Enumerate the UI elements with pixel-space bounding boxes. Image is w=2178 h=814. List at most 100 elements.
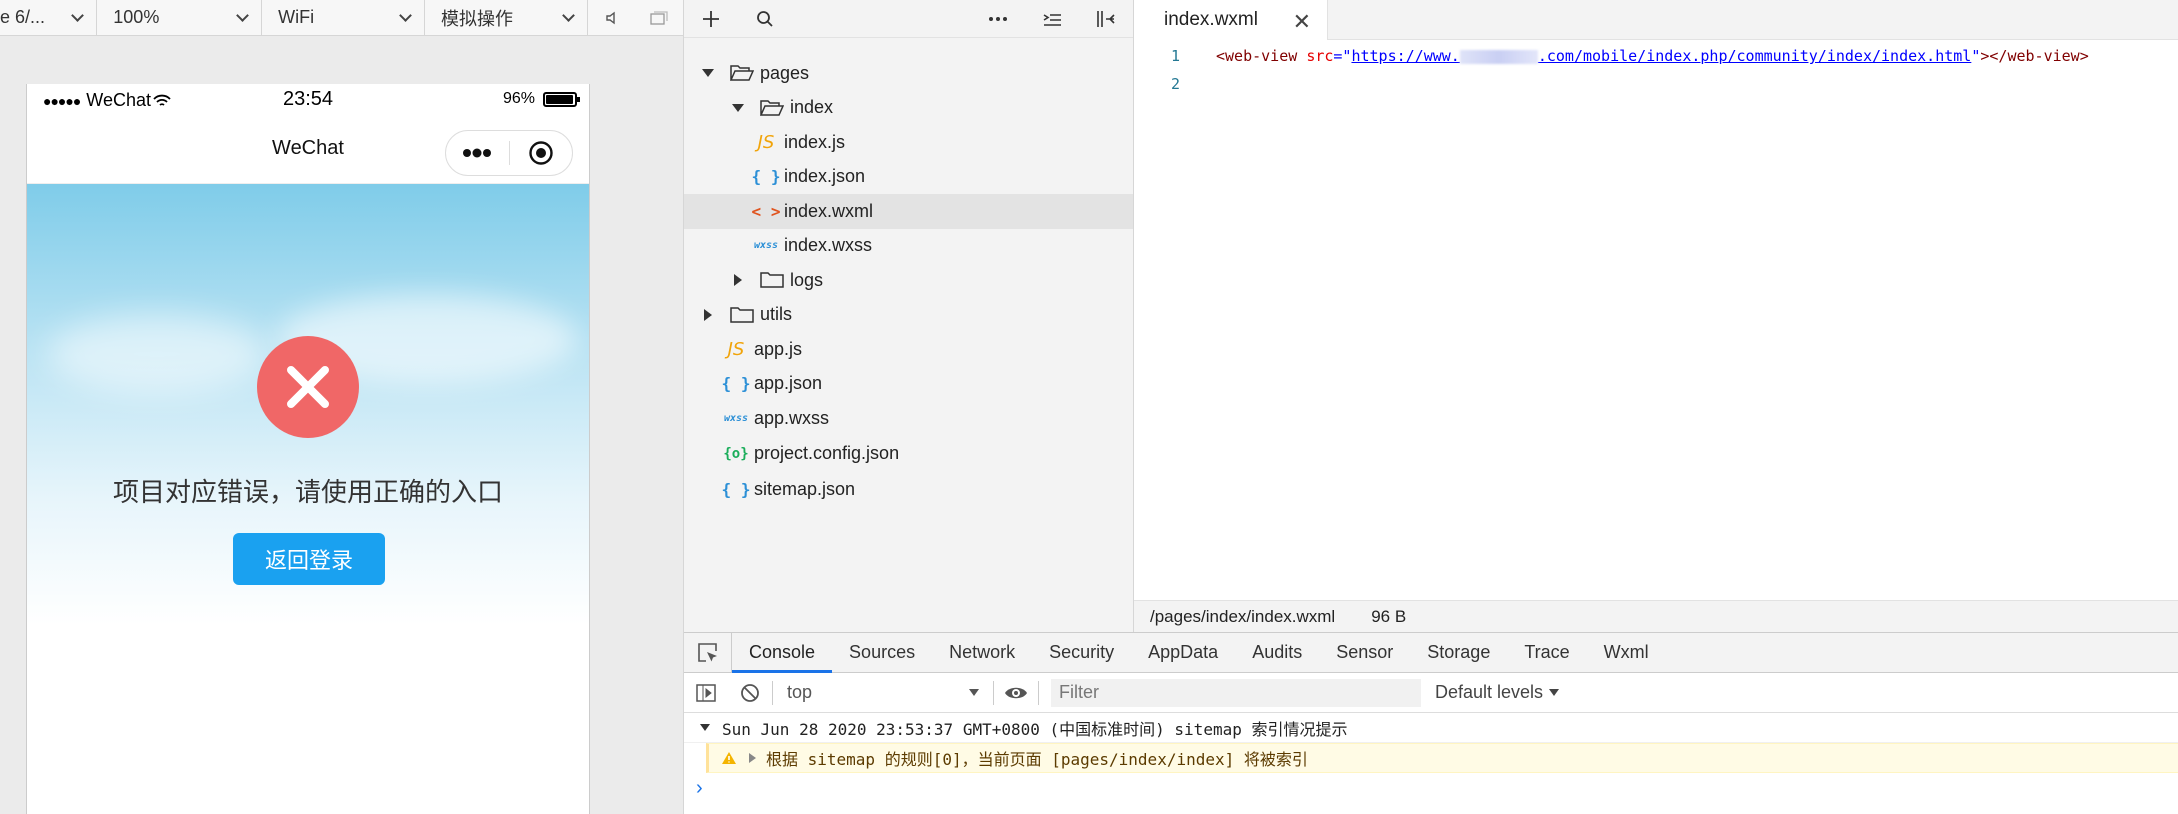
tree-item-file[interactable]: {o} project.config.json <box>684 436 1133 472</box>
live-expression-button[interactable] <box>994 673 1038 713</box>
block-icon <box>741 683 759 702</box>
expand-toggle[interactable] <box>700 308 716 321</box>
tree-item-label: index.json <box>784 166 866 187</box>
phone-status-bar: ●●●●● WeChat 23:54 96% <box>27 84 589 120</box>
caret-right-icon <box>734 274 742 287</box>
split-panel-button[interactable] <box>1079 0 1133 38</box>
tree-item-file[interactable]: wxss app.wxss <box>684 401 1133 436</box>
tab-trace[interactable]: Trace <box>1507 633 1586 673</box>
devtools-tabs: Console Sources Network Security AppData… <box>684 632 2178 673</box>
json-file-icon: { } <box>721 374 751 394</box>
tree-item-label: app.wxss <box>754 407 830 428</box>
more-actions-button[interactable] <box>971 0 1025 38</box>
tree-item-folder[interactable]: utils <box>684 298 1133 333</box>
console-warning[interactable]: 根据 sitemap 的规则[0]，当前页面 [pages/index/inde… <box>706 743 2178 773</box>
token-punct: =" <box>1333 47 1352 65</box>
network-select[interactable]: WiFi <box>262 0 425 36</box>
tab-audits[interactable]: Audits <box>1235 633 1319 673</box>
caret-right-icon <box>704 308 712 321</box>
explorer-toolbar <box>684 0 1133 38</box>
log-levels-select[interactable]: Default levels <box>1435 682 1560 703</box>
warning-text: 根据 sitemap 的规则[0]，当前页面 [pages/index/inde… <box>766 750 1308 769</box>
search-icon <box>757 10 773 27</box>
code-editor: index.wxml ✕ 1 <web-view src="https://ww… <box>1134 0 2178 632</box>
editor-status-bar: /pages/index/index.wxml 96 B <box>1134 600 2178 632</box>
editor-tabs: index.wxml ✕ <box>1134 0 2178 40</box>
battery-fill <box>546 94 573 104</box>
folder-icon <box>728 306 756 324</box>
tree-item-file-selected[interactable]: < > index.wxml <box>684 194 1133 229</box>
console-prompt[interactable]: › <box>684 773 2178 803</box>
warning-icon <box>722 752 736 764</box>
show-sidebar-button[interactable] <box>684 673 728 713</box>
tab-sources[interactable]: Sources <box>832 633 932 673</box>
file-size: 96 B <box>1371 606 1407 626</box>
inspect-icon <box>697 642 717 662</box>
line-number: 1 <box>1170 47 1180 65</box>
tree-item-label: sitemap.json <box>754 479 856 499</box>
caret-down-icon <box>1549 689 1560 696</box>
target-icon <box>529 141 553 165</box>
zoom-select-value: 100% <box>113 7 160 27</box>
device-select[interactable]: e 6/... <box>0 0 98 36</box>
editor-tab-index-wxml[interactable]: index.wxml ✕ <box>1134 0 1328 40</box>
chevron-down-icon <box>71 8 85 22</box>
tab-network[interactable]: Network <box>932 633 1032 673</box>
tree-item-file[interactable]: JS index.js <box>684 125 1133 160</box>
close-icon[interactable]: ✕ <box>1293 9 1311 35</box>
tab-console[interactable]: Console <box>732 633 833 673</box>
console-log-group[interactable]: Sun Jun 28 2020 23:53:37 GMT+0800 (中国标准时… <box>684 713 2178 743</box>
toolbar-divider <box>1038 680 1039 705</box>
token-url-suffix[interactable]: .com/mobile/index.php/community/index/in… <box>1538 47 1971 65</box>
wxss-file-icon: wxss <box>753 240 779 252</box>
mute-button[interactable] <box>588 0 636 36</box>
code-line: 1 <web-view src="https://www. .com/mobile… <box>1134 42 2178 70</box>
tree-item-folder[interactable]: logs <box>684 263 1133 298</box>
close-icon <box>287 366 329 408</box>
expand-toggle[interactable] <box>730 103 746 112</box>
tab-wxml[interactable]: Wxml <box>1587 633 1666 673</box>
tab-sensor[interactable]: Sensor <box>1319 633 1410 673</box>
collapse-button[interactable] <box>1025 0 1079 38</box>
window-mode-button[interactable] <box>635 0 683 36</box>
simulator-toolbar: e 6/... 100% WiFi 模拟操作 <box>0 0 683 36</box>
tree-item-file[interactable]: wxss index.wxss <box>684 229 1133 264</box>
tree-item-folder[interactable]: index <box>684 91 1133 126</box>
tree-item-file[interactable]: { } sitemap.json <box>684 472 1133 508</box>
context-select[interactable]: top <box>773 682 993 703</box>
caret-down-icon <box>700 724 710 731</box>
inspect-element-button[interactable] <box>684 632 732 673</box>
tree-item-label: app.js <box>754 338 803 359</box>
back-to-login-button[interactable]: 返回登录 <box>233 533 385 585</box>
log-group-text: Sun Jun 28 2020 23:53:37 GMT+0800 (中国标准时… <box>722 719 1348 739</box>
more-button[interactable] <box>446 131 509 175</box>
tree-item-folder[interactable]: pages <box>684 56 1133 91</box>
tree-item-file[interactable]: JS app.js <box>684 332 1133 367</box>
js-file-icon: JS <box>757 131 775 153</box>
new-file-button[interactable] <box>684 0 738 38</box>
tree-item-label: index <box>790 97 834 118</box>
search-button[interactable] <box>738 0 792 38</box>
file-tree-list: pages index JS index.js { } index.json <… <box>684 38 1133 508</box>
operation-select[interactable]: 模拟操作 <box>425 0 588 36</box>
console-filter-input[interactable]: Filter <box>1051 678 1421 707</box>
window-icon <box>650 10 668 25</box>
ellipsis-icon <box>989 16 1007 21</box>
token-url-prefix[interactable]: https://www. <box>1351 47 1459 65</box>
close-mini-program-button[interactable] <box>510 131 573 175</box>
expand-toggle[interactable] <box>730 274 746 287</box>
tab-storage[interactable]: Storage <box>1410 633 1507 673</box>
mini-program-nav-bar: WeChat <box>27 120 589 184</box>
clear-console-button[interactable] <box>728 673 772 713</box>
code-area[interactable]: 1 <web-view src="https://www. .com/mobile… <box>1134 40 2178 98</box>
folder-icon <box>758 271 786 289</box>
folder-open-icon <box>758 99 786 117</box>
tab-appdata[interactable]: AppData <box>1131 633 1235 673</box>
zoom-select[interactable]: 100% <box>97 0 263 36</box>
tree-item-file[interactable]: { } app.json <box>684 367 1133 402</box>
expand-toggle[interactable] <box>700 69 716 78</box>
tab-security[interactable]: Security <box>1032 633 1131 673</box>
battery-icon <box>543 91 580 107</box>
redacted-domain <box>1459 49 1538 64</box>
tree-item-file[interactable]: { } index.json <box>684 160 1133 195</box>
